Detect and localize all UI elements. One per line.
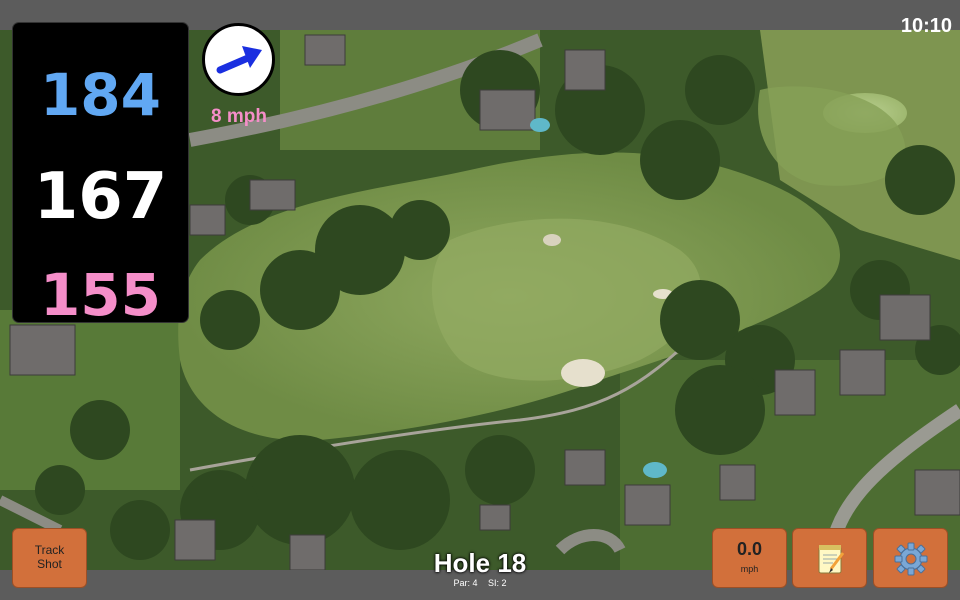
wind-direction-indicator [202, 23, 275, 96]
hole-stroke-index: SI: 2 [488, 578, 507, 588]
wind-button-unit: mph [740, 564, 759, 574]
gear-icon [894, 542, 928, 576]
middle-of-green-distance: 167 [33, 160, 168, 234]
front-of-green-distance: 155 [39, 261, 162, 329]
notepad-icon [818, 545, 845, 574]
status-clock: 10:10 [900, 15, 952, 37]
wind-speed-label: 8 mph [211, 106, 267, 127]
track-shot-button[interactable]: Track Shot [12, 528, 87, 588]
hole-par: Par: 4 [453, 578, 478, 588]
distance-panel: 184 167 155 [12, 22, 189, 329]
track-shot-label-line1: Track [34, 543, 65, 557]
back-of-green-distance: 184 [39, 61, 162, 129]
track-shot-label-line2: Shot [37, 557, 62, 571]
hole-info: Par: 4 SI: 2 [380, 578, 580, 588]
notes-button[interactable] [792, 528, 867, 588]
wind-button-value: 0.0 [736, 539, 763, 559]
wind-speed-button[interactable]: 0.0 mph [712, 528, 787, 588]
hole-title: Hole 18 [433, 548, 527, 578]
settings-button[interactable] [873, 528, 948, 588]
wind-direction-arrow-icon [216, 46, 262, 74]
